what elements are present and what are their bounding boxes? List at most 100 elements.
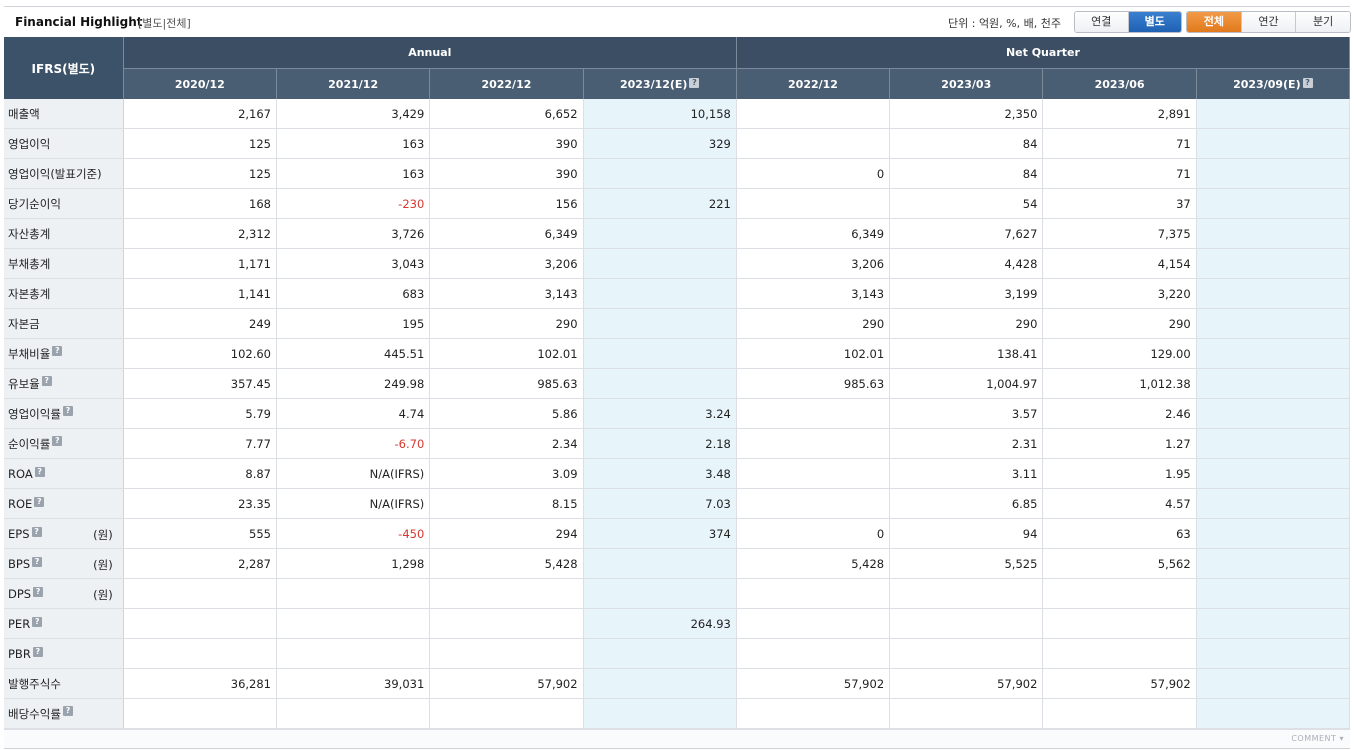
row-header: 유보율? — [4, 368, 124, 399]
table-cell — [583, 308, 737, 339]
table-cell: 156 — [429, 188, 584, 219]
table-cell — [1196, 608, 1351, 639]
table-row: 당기순이익 168 -230 156 221 54 37 — [4, 188, 1351, 219]
table-cell: 985.63 — [736, 368, 891, 399]
help-icon[interactable]: ? — [31, 526, 42, 537]
table-cell — [1196, 668, 1351, 699]
table-cell: 5,428 — [736, 548, 891, 579]
quarter-button[interactable]: 분기 — [1296, 12, 1350, 32]
table-cell: 0 — [736, 518, 891, 549]
comment-toggle[interactable]: COMMENT ▾ — [1291, 734, 1344, 743]
row-header: DPS? (원) — [4, 578, 124, 609]
table-cell: 2,312 — [123, 218, 278, 249]
column-header-label: 2023/06 — [1094, 77, 1145, 91]
column-header-1: 2021/12 — [276, 68, 431, 99]
table-cell: 3,199 — [889, 278, 1044, 309]
all-period-button[interactable]: 전체 — [1187, 12, 1242, 32]
table-cell: 5.86 — [429, 398, 584, 429]
column-header-label: 2020/12 — [174, 77, 225, 91]
table-cell: 294 — [429, 518, 584, 549]
row-header: 부채비율? — [4, 338, 124, 369]
table-row: 영업이익률? 5.79 4.74 5.86 3.24 3.57 2.46 — [4, 398, 1351, 429]
annual-group-header: Annual — [123, 37, 737, 69]
table-cell: 54 — [889, 188, 1044, 219]
table-cell: 6,349 — [736, 218, 891, 249]
table-cell — [276, 698, 431, 729]
help-icon[interactable]: ? — [52, 435, 63, 446]
table-cell: 10,158 — [583, 99, 737, 129]
table-cell — [1196, 188, 1351, 219]
table-cell: 290 — [736, 308, 891, 339]
row-header: 매출액 — [4, 99, 124, 129]
financial-table: IFRS(별도) Annual Net Quarter 2020/12 2021/… — [4, 37, 1351, 729]
help-icon[interactable]: ? — [32, 556, 43, 567]
consolidation-toggle: 연결 별도 — [1074, 11, 1182, 33]
help-icon[interactable]: ? — [34, 466, 45, 477]
table-cell — [1196, 518, 1351, 549]
table-cell: 249.98 — [276, 368, 431, 399]
table-cell: 6,349 — [429, 218, 584, 249]
help-icon[interactable]: ? — [32, 646, 43, 657]
table-cell: N/A(IFRS) — [276, 488, 431, 519]
table-cell: 5,428 — [429, 548, 584, 579]
row-header: 영업이익(발표기준) — [4, 158, 124, 189]
table-cell: 683 — [276, 278, 431, 309]
help-icon[interactable]: ? — [1302, 77, 1313, 88]
table-cell: -230 — [276, 188, 431, 219]
table-cell: 71 — [1042, 128, 1197, 159]
table-cell — [276, 638, 431, 669]
help-icon[interactable]: ? — [32, 616, 43, 627]
table-cell — [736, 698, 891, 729]
table-cell: 290 — [429, 308, 584, 339]
column-header-label: 2022/12 — [788, 77, 838, 91]
table-cell — [1042, 578, 1197, 609]
separate-button[interactable]: 별도 — [1128, 12, 1181, 32]
table-cell — [736, 398, 891, 429]
table-cell — [1196, 248, 1351, 279]
row-label: ROA — [8, 466, 33, 481]
column-header-label: 2023/03 — [941, 77, 992, 91]
help-icon[interactable]: ? — [62, 705, 73, 716]
table-row: 배당수익률? — [4, 698, 1351, 729]
help-icon[interactable]: ? — [41, 375, 52, 386]
help-icon[interactable]: ? — [33, 586, 44, 597]
table-cell: 57,902 — [889, 668, 1044, 699]
column-header-7: 2023/09(E)? — [1196, 68, 1351, 99]
table-cell — [276, 578, 431, 609]
table-cell — [123, 578, 278, 609]
table-cell — [1196, 488, 1351, 519]
table-cell — [429, 638, 584, 669]
table-cell: 1,004.97 — [889, 368, 1044, 399]
table-cell: 1,012.38 — [1042, 368, 1197, 399]
table-cell — [429, 578, 584, 609]
help-icon[interactable]: ? — [689, 77, 700, 88]
column-header-5: 2023/03 — [889, 68, 1044, 99]
annual-button[interactable]: 연간 — [1241, 12, 1297, 32]
table-cell — [1196, 368, 1351, 399]
consolidated-button[interactable]: 연결 — [1075, 12, 1129, 32]
table-cell — [1196, 428, 1351, 459]
table-cell — [1196, 398, 1351, 429]
help-icon[interactable]: ? — [52, 345, 63, 356]
row-header: PER? — [4, 608, 124, 639]
table-cell — [583, 578, 737, 609]
table-row: 매출액 2,167 3,429 6,652 10,158 2,350 2,891 — [4, 99, 1351, 129]
table-cell — [736, 428, 891, 459]
help-icon[interactable]: ? — [34, 496, 45, 507]
table-cell: -450 — [276, 518, 431, 549]
help-icon[interactable]: ? — [62, 405, 73, 416]
table-cell: 3.24 — [583, 398, 737, 429]
table-cell — [1196, 278, 1351, 309]
table-cell: 3,726 — [276, 218, 431, 249]
table-cell: 329 — [583, 128, 737, 159]
table-cell: 168 — [123, 188, 278, 219]
table-cell: 5.79 — [123, 398, 278, 429]
table-cell — [1196, 99, 1351, 129]
row-label: PBR — [8, 646, 31, 661]
row-label: 순이익률 — [8, 436, 51, 451]
row-unit: (원) — [93, 528, 113, 542]
table-cell — [1196, 578, 1351, 609]
table-row: DPS? (원) — [4, 578, 1351, 609]
table-cell: 102.60 — [123, 338, 278, 369]
table-cell: 84 — [889, 128, 1044, 159]
